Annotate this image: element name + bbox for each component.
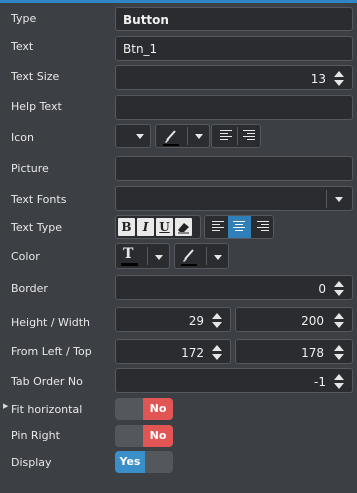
- text-value: Btn_1: [123, 42, 158, 56]
- top-value: 178: [301, 346, 324, 360]
- icon-label: Icon: [11, 131, 34, 144]
- picture-label: Picture: [11, 162, 49, 175]
- width-stepper[interactable]: 200: [235, 307, 353, 332]
- pin-right-state: No: [143, 425, 173, 447]
- picture-input[interactable]: [115, 156, 353, 181]
- border-label: Border: [11, 282, 48, 295]
- text-fonts-select[interactable]: [115, 186, 353, 211]
- top-stepper[interactable]: 178: [235, 339, 353, 364]
- text-type-label: Text Type: [11, 221, 63, 234]
- icon-align-group[interactable]: [211, 124, 261, 148]
- from-left-top-label: From Left / Top: [11, 345, 92, 358]
- tab-order-label: Tab Order No: [11, 375, 83, 388]
- align-center-icon: [233, 221, 245, 232]
- text-size-spinner-icon[interactable]: [334, 69, 344, 89]
- pin-right-label: Pin Right: [11, 429, 60, 442]
- border-value: 0: [318, 282, 326, 296]
- expand-arrow-icon[interactable]: ▶: [3, 402, 8, 410]
- type-label: Type: [11, 12, 37, 25]
- chevron-down-icon: [136, 134, 144, 139]
- icon-dropdown[interactable]: [115, 124, 151, 148]
- align-center-button[interactable]: [228, 216, 251, 238]
- text-color-glyph: T: [123, 246, 134, 262]
- text-input[interactable]: Btn_1: [115, 36, 353, 61]
- fill-color-picker[interactable]: [174, 243, 229, 269]
- bold-button[interactable]: B: [118, 218, 135, 236]
- panel-top-accent: [0, 0, 357, 3]
- left-value: 172: [181, 346, 204, 360]
- type-field[interactable]: Button: [115, 7, 353, 31]
- chevron-down-icon: [195, 134, 203, 139]
- fit-horizontal-toggle[interactable]: No: [115, 398, 173, 420]
- text-color-swatch: [121, 263, 138, 266]
- height-stepper[interactable]: 29: [115, 307, 231, 332]
- display-label: Display: [11, 456, 52, 469]
- text-fonts-label: Text Fonts: [11, 193, 67, 206]
- help-text-label: Help Text: [11, 100, 62, 113]
- eraser-button[interactable]: [175, 218, 192, 236]
- display-state: Yes: [115, 451, 145, 473]
- top-spinner-icon[interactable]: [334, 343, 344, 363]
- text-size-label: Text Size: [11, 70, 60, 83]
- color-label: Color: [11, 250, 40, 263]
- fit-horizontal-label: Fit horizontal: [11, 403, 83, 416]
- pin-right-toggle[interactable]: No: [115, 425, 173, 447]
- text-style-group[interactable]: B I U: [115, 215, 201, 239]
- fit-horizontal-state: No: [143, 398, 173, 420]
- icon-color-picker[interactable]: [155, 124, 210, 148]
- align-right-icon[interactable]: [243, 130, 255, 141]
- text-size-stepper[interactable]: 13: [115, 65, 353, 90]
- border-stepper[interactable]: 0: [115, 275, 353, 300]
- align-left-icon[interactable]: [220, 130, 232, 141]
- underline-button[interactable]: U: [156, 218, 173, 236]
- left-spinner-icon[interactable]: [212, 343, 222, 363]
- tab-order-stepper[interactable]: -1: [115, 368, 353, 393]
- height-spinner-icon[interactable]: [212, 311, 222, 331]
- tab-order-value: -1: [314, 375, 326, 389]
- italic-button[interactable]: I: [137, 218, 154, 236]
- width-spinner-icon[interactable]: [334, 311, 344, 331]
- eraser-icon: [178, 223, 189, 234]
- chevron-down-icon: [155, 255, 163, 260]
- border-spinner-icon[interactable]: [334, 279, 344, 299]
- text-size-value: 13: [310, 72, 326, 86]
- brush-icon: [163, 130, 179, 146]
- text-color-picker[interactable]: T: [115, 243, 170, 269]
- chevron-down-icon: [335, 197, 343, 202]
- type-value: Button: [123, 13, 169, 27]
- tab-order-spinner-icon[interactable]: [334, 372, 344, 392]
- height-value: 29: [188, 314, 204, 328]
- display-toggle[interactable]: Yes: [115, 451, 173, 473]
- text-align-group[interactable]: [204, 215, 274, 239]
- brush-icon: [181, 249, 197, 266]
- chevron-down-icon: [214, 255, 222, 260]
- text-label: Text: [11, 40, 34, 53]
- left-stepper[interactable]: 172: [115, 339, 231, 364]
- height-width-label: Height / Width: [11, 316, 91, 329]
- width-value: 200: [301, 314, 324, 328]
- help-text-input[interactable]: [115, 95, 353, 120]
- align-right-icon[interactable]: [257, 221, 269, 232]
- align-left-icon[interactable]: [212, 221, 224, 232]
